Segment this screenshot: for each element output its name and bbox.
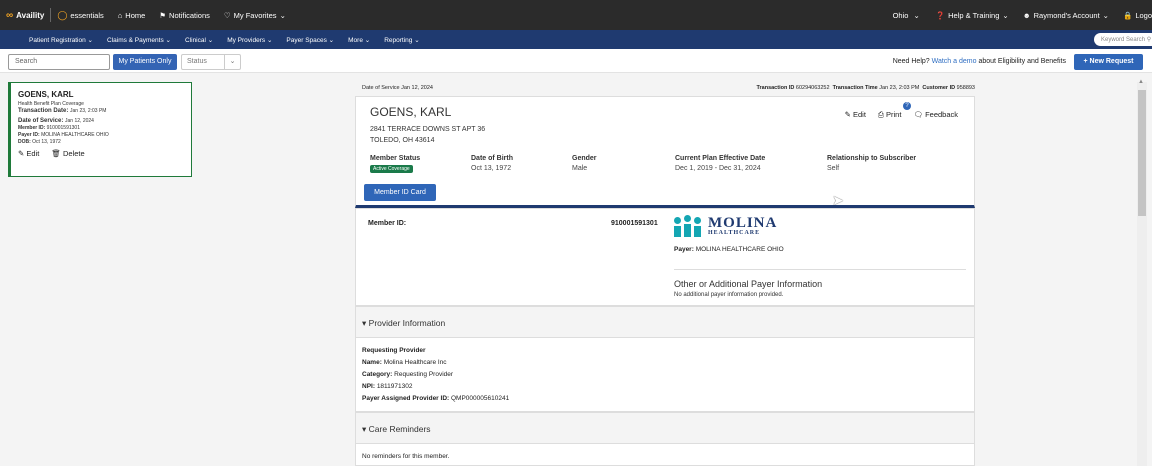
patient-search-input[interactable]: Search (8, 54, 110, 70)
home-link[interactable]: ⌂ Home (118, 11, 146, 20)
meta-row: Date of Service Jan 12, 2024 Transaction… (355, 83, 975, 93)
gender: Gender Male (572, 155, 597, 172)
provider-information-section: ▾ Provider Information Requesting Provid… (355, 306, 975, 412)
provider-name: Name: Molina Healthcare Inc (362, 359, 447, 366)
nav-claims-payments[interactable]: Claims & Payments ⌄ (107, 36, 171, 44)
logout-link[interactable]: 🔒 Logo (1123, 11, 1152, 20)
card-delete-button[interactable]: 🗑 Delete (51, 149, 84, 158)
member-status: Member Status Active Coverage (370, 155, 421, 173)
printer-icon: ⎙ (877, 110, 884, 119)
status-select[interactable]: Status ⌄ (181, 54, 241, 70)
pencil-icon: ✎ (18, 149, 25, 158)
top-bar: ∞ Availity ◯ essentials ⌂ Home ⚑ Notificatio… (0, 0, 1152, 30)
patient-header: GOENS, KARL 2841 TERRACE DOWNS ST APT 36… (355, 96, 975, 208)
availity-logo-icon: ∞ (6, 9, 14, 21)
chevron-down-icon: ⌄ (1002, 10, 1009, 20)
payer-id: Payer ID: MOLINA HEALTHCARE OHIO (18, 132, 109, 138)
member-id-value: 910001591301 (611, 220, 658, 227)
patient-list-card[interactable]: GOENS, KARL Health Benefit Plan Coverage… (8, 82, 192, 177)
main-nav: Patient Registration ⌄ Claims & Payments… (0, 30, 1152, 49)
transaction-meta: Transaction ID 60294063252 Transaction T… (756, 85, 975, 91)
chevron-down-icon: ⌄ (911, 10, 920, 20)
date-of-service-meta: Date of Service Jan 12, 2024 (362, 85, 433, 91)
member-id-card-button[interactable]: Member ID Card (364, 184, 436, 201)
watch-demo-link[interactable]: Watch a demo (932, 58, 977, 65)
caret-down-icon: ▾ (362, 318, 367, 328)
other-payer-text: No additional payer information provided… (674, 292, 784, 298)
essentials-icon: ◯ (57, 9, 68, 20)
pencil-icon: ✎ (844, 110, 851, 119)
care-reminders-header[interactable]: ▾ Care Reminders (356, 413, 974, 444)
transaction-date: Transaction Date: Jan 23, 2:03 PM (18, 108, 107, 114)
payer-assigned-provider-id: Payer Assigned Provider ID: QMP000005610… (362, 395, 510, 402)
bell-icon: ⚑ (159, 10, 167, 20)
new-request-button[interactable]: + New Request (1074, 54, 1143, 70)
scrollbar[interactable]: ▲ (1137, 79, 1147, 466)
question-icon: ❓ (935, 10, 946, 20)
nav-payer-spaces[interactable]: Payer Spaces ⌄ (286, 36, 334, 44)
member-section: Member ID: 910001591301 MOLINA HEALTHCARE… (355, 208, 975, 306)
active-coverage-badge: Active Coverage (370, 165, 413, 173)
member-id-label: Member ID: (368, 220, 407, 227)
chevron-down-icon: ⌄ (224, 55, 240, 69)
care-reminders-section: ▾ Care Reminders No reminders for this m… (355, 412, 975, 466)
relationship: Relationship to Subscriber Self (827, 155, 917, 172)
other-payer-heading: Other or Additional Payer Information (674, 279, 823, 289)
chevron-down-icon: ⌄ (279, 10, 286, 20)
patient-address: 2841 TERRACE DOWNS ST APT 36 TOLEDO, OH 4… (370, 126, 486, 144)
account-menu[interactable]: ☻ Raymond's Account ⌄ (1023, 11, 1109, 20)
scroll-up-icon[interactable]: ▲ (1138, 79, 1144, 85)
molina-people-icon (674, 215, 704, 237)
member-id: Member ID: 910001591301 (18, 125, 80, 131)
edit-button[interactable]: ✎ Edit (845, 110, 866, 120)
trash-icon: 🗑 (51, 149, 61, 158)
availity-logo[interactable]: ∞ Availity (6, 10, 44, 21)
print-button[interactable]: ⎙ Print (878, 110, 902, 120)
date-of-birth: Date of Birth Oct 13, 1972 (471, 155, 513, 172)
search-bar: Search My Patients Only Status ⌄ Need Hel… (0, 49, 1152, 73)
essentials-logo[interactable]: ◯ essentials (57, 10, 103, 21)
need-help-text: Need Help? Watch a demo about Eligibilit… (892, 58, 1066, 65)
card-edit-button[interactable]: ✎ Edit (18, 149, 39, 158)
divider (50, 8, 52, 22)
payer-info: Payer: MOLINA HEALTHCARE OHIO (674, 246, 784, 253)
notifications-link[interactable]: ⚑ Notifications (159, 11, 210, 20)
caret-down-icon: ▾ (362, 424, 367, 434)
user-icon: ☻ (1022, 10, 1031, 20)
comment-icon: 🗨 (913, 110, 923, 119)
scrollbar-thumb[interactable] (1138, 90, 1146, 216)
mouse-cursor-icon: ➤ (832, 192, 844, 208)
feedback-button[interactable]: 🗨 Feedback (913, 110, 958, 120)
patient-card-name: GOENS, KARL (18, 90, 74, 99)
plan-effective-date: Current Plan Effective Date Dec 1, 2019 -… (675, 155, 766, 172)
help-badge-icon[interactable]: ? (903, 102, 911, 110)
provider-category: Category: Requesting Provider (362, 371, 454, 378)
date-of-service: Date of Service: Jan 12, 2024 (18, 118, 94, 124)
search-icon: ⚲ (1146, 37, 1152, 43)
nav-more[interactable]: More ⌄ (348, 36, 370, 44)
dob: DOB: Oct 13, 1972 (18, 139, 61, 145)
patient-name: GOENS, KARL (370, 105, 452, 119)
provider-npi: NPI: 1811971302 (362, 383, 413, 390)
favorites-menu[interactable]: ♡ My Favorites ⌄ (224, 11, 286, 20)
home-icon: ⌂ (117, 10, 123, 20)
chevron-down-icon: ⌄ (1102, 10, 1109, 20)
nav-my-providers[interactable]: My Providers ⌄ (227, 36, 272, 44)
molina-logo: MOLINA HEALTHCARE (674, 215, 777, 237)
care-reminders-text: No reminders for this member. (362, 453, 450, 460)
coverage-type: Health Benefit Plan Coverage (18, 101, 84, 107)
lock-icon: 🔒 (1122, 10, 1133, 20)
my-patients-only-button[interactable]: My Patients Only (113, 54, 177, 70)
nav-patient-registration[interactable]: Patient Registration ⌄ (29, 36, 93, 44)
keyword-search-input[interactable]: Keyword Search ⚲ (1094, 33, 1152, 46)
help-menu[interactable]: ❓ Help & Training ⌄ (936, 11, 1009, 20)
nav-reporting[interactable]: Reporting ⌄ (384, 36, 419, 44)
nav-clinical[interactable]: Clinical ⌄ (185, 36, 213, 44)
divider (674, 269, 966, 270)
state-select[interactable]: Ohio ⌄ (893, 11, 920, 20)
heart-icon: ♡ (223, 10, 231, 20)
provider-information-header[interactable]: ▾ Provider Information (356, 307, 974, 338)
